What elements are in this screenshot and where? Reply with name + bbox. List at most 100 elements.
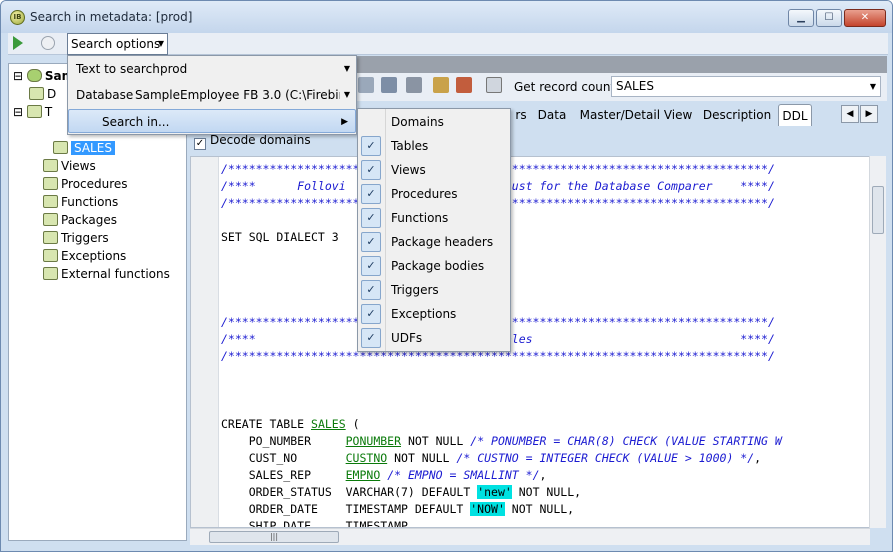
grid-icon[interactable] <box>358 77 374 93</box>
vertical-scrollbar[interactable] <box>869 156 886 528</box>
header-strip <box>356 56 887 73</box>
chevron-down-icon: ▼ <box>869 82 876 91</box>
tree-item-label: Exceptions <box>61 249 127 263</box>
maximize-button[interactable]: ☐ <box>816 9 842 27</box>
search-in-item[interactable]: ✓ Functions <box>358 206 510 230</box>
check-icon: ✓ <box>361 256 381 276</box>
tab-data[interactable]: Data <box>535 104 569 126</box>
tree-item-sales-label: SALES <box>71 141 115 155</box>
horizontal-scroll-thumb[interactable]: ||| <box>209 531 339 543</box>
check-icon: ✓ <box>361 280 381 300</box>
database-select[interactable]: SampleEmployee FB 3.0 (C:\Firebird 3( <box>135 82 340 108</box>
search-in-submenu: Domains ✓ Tables ✓ Views ✓ Procedures ✓ Function… <box>357 108 511 352</box>
brush-icon[interactable] <box>486 77 502 93</box>
code-line: ORDER_DATE TIMESTAMP DEFAULT 'NOW' NOT N… <box>221 502 575 516</box>
tree-item-label: Triggers <box>61 231 109 245</box>
search-in-item[interactable]: ✓ Package bodies <box>358 254 510 278</box>
search-in-item-label: Package bodies <box>391 259 485 273</box>
search-in-label: Search in... <box>102 115 170 129</box>
ddl-editor[interactable]: /***************************************… <box>190 156 870 528</box>
vertical-scroll-thumb[interactable] <box>872 186 884 234</box>
minimize-button[interactable]: ▁ <box>788 9 814 27</box>
text-to-search-input[interactable]: prod <box>160 56 187 82</box>
code-line: SHIP_DATE TIMESTAMP, <box>221 519 415 528</box>
gear-icon[interactable] <box>433 77 449 93</box>
search-in-item-label: Tables <box>391 139 429 153</box>
stop-search-icon[interactable] <box>41 36 55 50</box>
search-in-item-label: UDFs <box>391 331 423 345</box>
search-in-item-label: Views <box>391 163 426 177</box>
search-in-item-label: Triggers <box>391 283 439 297</box>
tree-item-label: Views <box>61 159 96 173</box>
code-line: ORDER_STATUS VARCHAR(7) DEFAULT 'new' NO… <box>221 485 582 499</box>
check-icon: ✓ <box>361 184 381 204</box>
search-in-item-label: Domains <box>391 115 444 129</box>
search-in-item[interactable]: ✓ UDFs <box>358 326 510 350</box>
code-line: SALES_REP EMPNO /* EMPNO = SMALLINT */, <box>221 468 547 482</box>
search-in-item-label: Package headers <box>391 235 494 249</box>
database-row: Database SampleEmployee FB 3.0 (C:\Fireb… <box>68 82 356 108</box>
filter-icon[interactable] <box>456 77 472 93</box>
search-in-item-label: Procedures <box>391 187 458 201</box>
search-in-item[interactable]: ✓ Views <box>358 158 510 182</box>
tree-item-procedures[interactable]: Procedures <box>43 176 128 193</box>
search-options-button[interactable]: Search options ▼ <box>67 33 168 55</box>
search-in-item[interactable]: ✓ Triggers <box>358 278 510 302</box>
check-icon: ✓ <box>361 232 381 252</box>
tab-dependencies[interactable]: rs <box>511 104 531 126</box>
tree-item-external-functions[interactable]: External functions <box>43 266 170 283</box>
tree-tables[interactable]: ⊟ T <box>13 104 52 121</box>
record-count-select[interactable]: SALES ▼ <box>611 76 881 97</box>
horizontal-scrollbar[interactable]: ||| <box>190 528 870 545</box>
tree-item-exceptions[interactable]: Exceptions <box>43 248 126 265</box>
chevron-down-icon[interactable]: ▼ <box>344 56 350 82</box>
check-icon: ✓ <box>361 328 381 348</box>
window-title: Search in metadata: [prod] <box>30 10 193 24</box>
tree-item-label: Functions <box>61 195 119 209</box>
tree-item-sales[interactable]: SALES <box>53 140 115 157</box>
run-search-icon[interactable] <box>13 36 23 50</box>
search-in-item-label: Exceptions <box>391 307 457 321</box>
check-icon: ✓ <box>361 208 381 228</box>
packages-icon <box>43 213 58 226</box>
tree-item-packages[interactable]: Packages <box>43 212 117 229</box>
tab-next-icon[interactable]: ▶ <box>860 105 878 123</box>
tree-tables-label: T <box>44 105 53 119</box>
text-to-search-row: Text to search prod ▼ <box>68 56 356 82</box>
tab-master-detail[interactable]: Master/Detail View <box>577 104 695 126</box>
table-icon <box>53 141 68 154</box>
search-in-menu-item[interactable]: Search in... ▶ <box>68 109 356 133</box>
chevron-down-icon: ▼ <box>157 39 164 48</box>
tab-prev-icon[interactable]: ◀ <box>841 105 859 123</box>
editor-gutter <box>191 157 219 527</box>
procedures-icon <box>43 177 58 190</box>
submenu-arrow-icon: ▶ <box>341 117 348 127</box>
search-in-item[interactable]: ✓ Tables <box>358 134 510 158</box>
tab-ddl[interactable]: DDL <box>778 104 812 126</box>
tree-item-label: Packages <box>61 213 117 227</box>
code-line: PO_NUMBER PONUMBER NOT NULL /* PONUMBER … <box>221 434 782 448</box>
chevron-down-icon[interactable]: ▼ <box>344 82 350 108</box>
record-count-label: Get record count <box>514 80 616 94</box>
table-grid-icon[interactable] <box>381 77 397 93</box>
external-functions-icon <box>43 267 58 280</box>
tab-description[interactable]: Description <box>701 104 773 126</box>
tree-domains[interactable]: D <box>29 86 56 103</box>
tree-item-views[interactable]: Views <box>43 158 96 175</box>
code-line: CREATE TABLE SALES ( <box>221 417 360 431</box>
search-in-item[interactable]: Domains <box>358 110 510 134</box>
search-in-item[interactable]: ✓ Procedures <box>358 182 510 206</box>
search-in-item[interactable]: ✓ Package headers <box>358 230 510 254</box>
tree-item-triggers[interactable]: Triggers <box>43 230 109 247</box>
check-icon: ✓ <box>361 160 381 180</box>
search-in-item[interactable]: ✓ Exceptions <box>358 302 510 326</box>
app-icon: IB <box>10 10 25 25</box>
title-bar: IB Search in metadata: [prod] ▁ ☐ ✕ <box>1 1 892 33</box>
print-icon[interactable] <box>406 77 422 93</box>
decode-domains-label: Decode domains <box>210 133 311 147</box>
domains-icon <box>29 87 44 100</box>
close-button[interactable]: ✕ <box>844 9 886 27</box>
tree-item-functions[interactable]: Functions <box>43 194 118 211</box>
